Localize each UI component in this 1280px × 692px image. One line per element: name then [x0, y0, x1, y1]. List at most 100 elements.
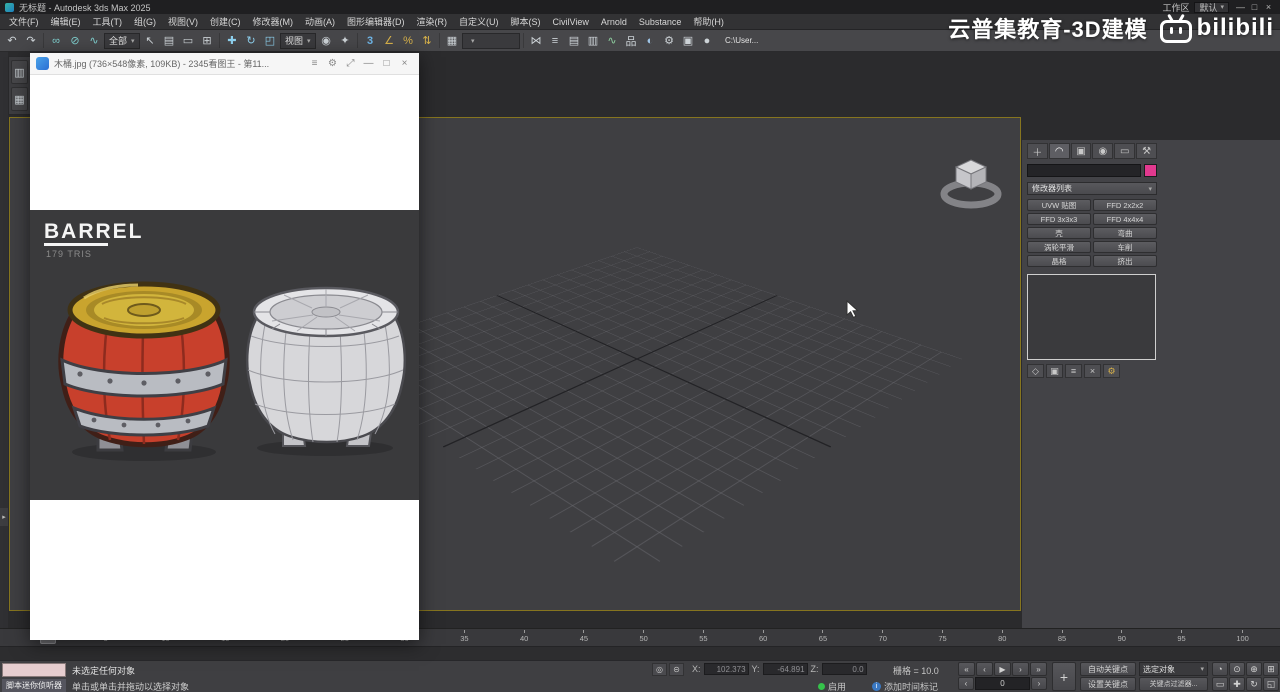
- go-to-end-button[interactable]: »: [1030, 662, 1047, 676]
- tab-utilities[interactable]: ⚒: [1136, 143, 1157, 159]
- play-button[interactable]: ▶: [994, 662, 1011, 676]
- percent-snap-icon[interactable]: %: [399, 32, 417, 50]
- scene-explorer-toggle[interactable]: ▸: [0, 508, 8, 526]
- isolate-toggle-icon[interactable]: ◎: [652, 663, 667, 676]
- viewer-menu-button[interactable]: ≡: [306, 56, 323, 72]
- menu-item[interactable]: 渲染(R): [411, 14, 454, 29]
- select-and-rotate-icon[interactable]: ↻: [242, 32, 260, 50]
- viewer-close-button[interactable]: ×: [396, 56, 413, 72]
- modifier-preset-button[interactable]: 壳: [1027, 227, 1091, 239]
- menu-item[interactable]: 编辑(E): [45, 14, 87, 29]
- modifier-preset-button[interactable]: 晶格: [1027, 255, 1091, 267]
- adaptive-degradation-toggle[interactable]: 启用: [818, 680, 846, 692]
- menu-item[interactable]: 工具(T): [87, 14, 129, 29]
- image-viewer-titlebar[interactable]: 木桶.jpg (736×548像素, 109KB) - 2345看图王 - 第1…: [30, 53, 419, 75]
- time-tag[interactable]: i 添加时间标记: [872, 680, 938, 692]
- menu-item[interactable]: 文件(F): [3, 14, 45, 29]
- modifier-preset-button[interactable]: UVW 贴图: [1027, 199, 1091, 211]
- tab-display[interactable]: ▭: [1114, 143, 1135, 159]
- pan-icon[interactable]: ✚: [1229, 677, 1245, 691]
- named-selection-dropdown[interactable]: ▾: [462, 33, 520, 49]
- menu-item[interactable]: 创建(C): [204, 14, 247, 29]
- rendered-frame-icon[interactable]: ▣: [679, 32, 697, 50]
- menu-item[interactable]: 组(G): [128, 14, 162, 29]
- tab-hierarchy[interactable]: ▣: [1071, 143, 1092, 159]
- window-crossing-icon[interactable]: ⊞: [198, 32, 216, 50]
- render-icon[interactable]: ●: [698, 32, 716, 50]
- rect-selection-region-icon[interactable]: ▭: [179, 32, 197, 50]
- close-button[interactable]: ×: [1262, 2, 1275, 12]
- viewer-fullscreen-button[interactable]: ⤢: [342, 56, 359, 72]
- modifier-preset-button[interactable]: FFD 4x4x4: [1093, 213, 1157, 225]
- axis-constraint-y-icon[interactable]: ▦: [11, 87, 28, 111]
- viewer-maximize-button[interactable]: □: [378, 56, 395, 72]
- coord-x-field[interactable]: 102.373: [704, 663, 749, 675]
- set-key-button[interactable]: 设置关键点: [1080, 677, 1136, 691]
- key-filter-scope-dropdown[interactable]: 选定对象 ▾: [1139, 662, 1208, 676]
- edit-named-selections-icon[interactable]: ▦: [443, 32, 461, 50]
- zoom-icon[interactable]: ◔: [1212, 662, 1228, 676]
- go-to-start-button[interactable]: «: [958, 662, 975, 676]
- use-center-icon[interactable]: ◉: [317, 32, 335, 50]
- align-icon[interactable]: ≡: [546, 32, 564, 50]
- snaps-toggle-icon[interactable]: 3: [361, 32, 379, 50]
- frame-decrement-button[interactable]: ‹: [958, 677, 974, 690]
- tab-modify[interactable]: ◠: [1049, 143, 1070, 159]
- tab-motion[interactable]: ◉: [1092, 143, 1113, 159]
- next-frame-button[interactable]: ›: [1012, 662, 1029, 676]
- material-editor-icon[interactable]: ◐: [641, 32, 659, 50]
- zoom-region-icon[interactable]: ▭: [1212, 677, 1228, 691]
- viewcube[interactable]: [936, 154, 1006, 212]
- selection-lock-icon[interactable]: ⊝: [669, 663, 684, 676]
- mirror-icon[interactable]: ⋈: [527, 32, 545, 50]
- modifier-preset-button[interactable]: 挤出: [1093, 255, 1157, 267]
- show-end-result-icon[interactable]: ▣: [1046, 364, 1063, 378]
- viewer-minimize-button[interactable]: —: [360, 56, 377, 72]
- zoom-all-icon[interactable]: ⊙: [1229, 662, 1245, 676]
- curve-editor-icon[interactable]: ∿: [603, 32, 621, 50]
- select-and-link-icon[interactable]: ∞: [47, 32, 65, 50]
- undo-icon[interactable]: ↶: [3, 32, 21, 50]
- select-and-manipulate-icon[interactable]: ✦: [336, 32, 354, 50]
- menu-item[interactable]: 视图(V): [162, 14, 204, 29]
- modifier-preset-button[interactable]: FFD 3x3x3: [1027, 213, 1091, 225]
- workspace-selector[interactable]: 默认 ▾: [1194, 2, 1229, 13]
- minimize-button[interactable]: —: [1234, 2, 1247, 12]
- axis-constraint-x-icon[interactable]: ▥: [11, 60, 28, 84]
- orbit-icon[interactable]: ↻: [1246, 677, 1262, 691]
- modifier-preset-button[interactable]: 弯曲: [1093, 227, 1157, 239]
- reference-coordinate-dropdown[interactable]: 视图 ▾: [280, 33, 316, 49]
- menu-item[interactable]: 动画(A): [299, 14, 341, 29]
- redo-icon[interactable]: ↷: [22, 32, 40, 50]
- set-keys-button[interactable]: +: [1052, 662, 1076, 691]
- ribbon-icon[interactable]: ▥: [584, 32, 602, 50]
- tab-create[interactable]: ＋: [1027, 143, 1048, 159]
- menu-item[interactable]: 修改器(M): [247, 14, 300, 29]
- modifier-list-dropdown[interactable]: 修改器列表 ▾: [1027, 182, 1157, 195]
- menu-item[interactable]: Arnold: [595, 14, 633, 29]
- coord-z-field[interactable]: 0.0: [822, 663, 867, 675]
- make-unique-icon[interactable]: ≡: [1065, 364, 1082, 378]
- viewer-settings-button[interactable]: ⚙: [324, 56, 341, 72]
- pin-stack-icon[interactable]: ◇: [1027, 364, 1044, 378]
- image-viewer-canvas[interactable]: BARREL 179 TRIS: [30, 75, 419, 640]
- unlink-selection-icon[interactable]: ⊘: [66, 32, 84, 50]
- menu-item[interactable]: 脚本(S): [505, 14, 547, 29]
- track-bar[interactable]: [0, 646, 1280, 660]
- layer-explorer-icon[interactable]: ▤: [565, 32, 583, 50]
- key-filters-button[interactable]: 关键点过滤器...: [1139, 677, 1208, 691]
- spinner-snap-icon[interactable]: ⇅: [418, 32, 436, 50]
- menu-item[interactable]: Substance: [633, 14, 688, 29]
- previous-frame-button[interactable]: ‹: [976, 662, 993, 676]
- modifier-preset-button[interactable]: 车削: [1093, 241, 1157, 253]
- app-logo-icon[interactable]: [5, 3, 14, 12]
- zoom-extents-all-icon[interactable]: ⊞: [1263, 662, 1279, 676]
- bind-to-spacewarp-icon[interactable]: ∿: [85, 32, 103, 50]
- menu-item[interactable]: 帮助(H): [687, 14, 730, 29]
- object-name-field[interactable]: [1027, 164, 1141, 177]
- modifier-preset-button[interactable]: FFD 2x2x2: [1093, 199, 1157, 211]
- coord-y-field[interactable]: -64.891: [763, 663, 808, 675]
- maxscript-mini-listener[interactable]: [2, 663, 66, 677]
- menu-item[interactable]: 自定义(U): [453, 14, 505, 29]
- image-viewer-window[interactable]: 木桶.jpg (736×548像素, 109KB) - 2345看图王 - 第1…: [30, 53, 419, 640]
